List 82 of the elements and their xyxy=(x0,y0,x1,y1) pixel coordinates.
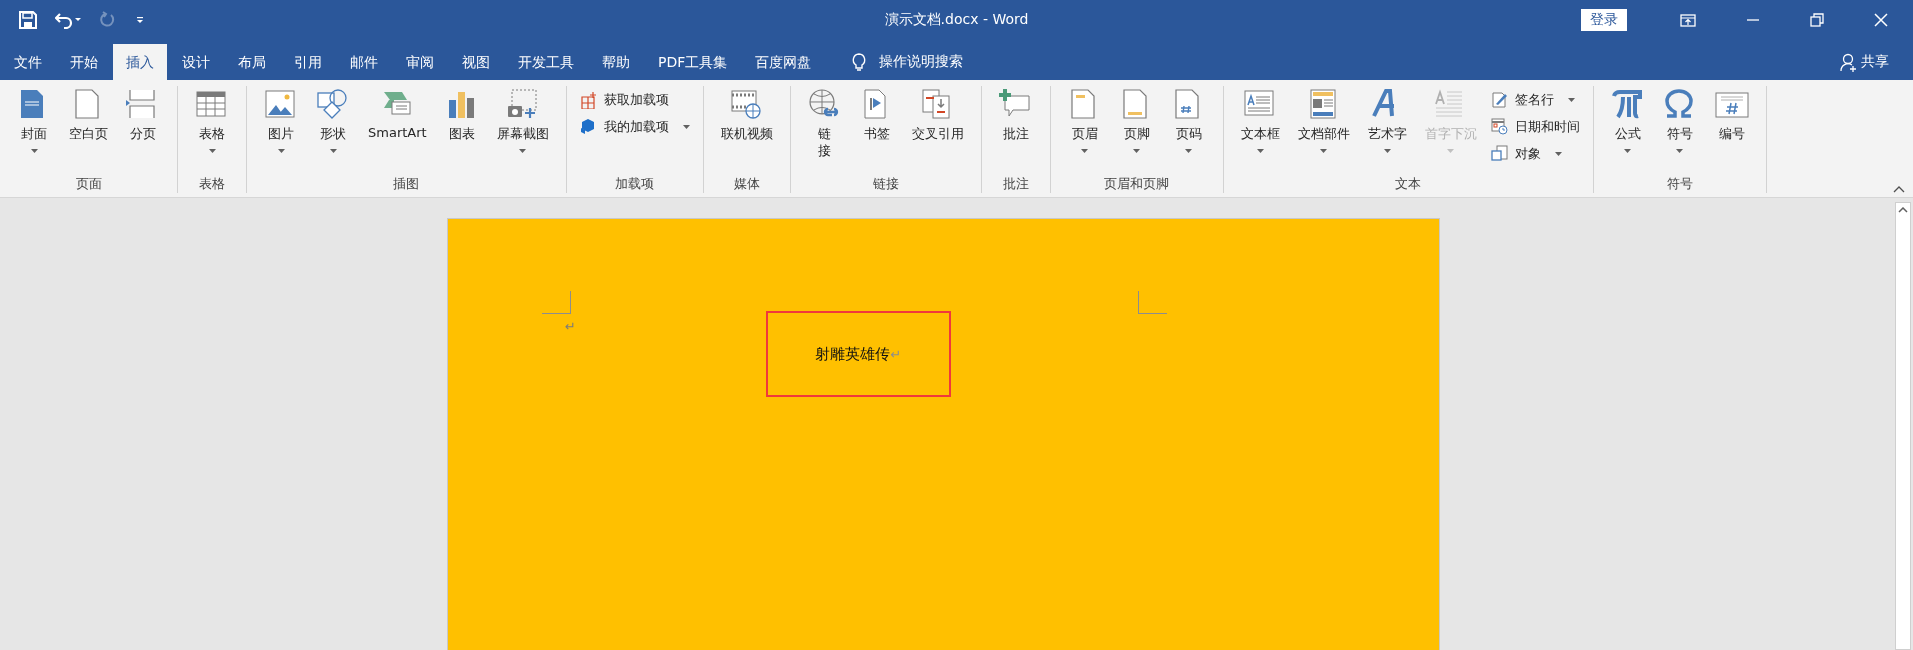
group-label: 批注 xyxy=(1002,175,1029,193)
ribbon-button[interactable]: 艺术字 xyxy=(1359,86,1415,174)
ribbon-tab[interactable]: 开发工具 xyxy=(505,44,587,80)
ribbon-button[interactable]: 我的加载项 xyxy=(575,115,694,139)
window-title: 演示文档.docx - Word xyxy=(884,11,1029,29)
crop-mark xyxy=(542,291,571,314)
collapse-ribbon-icon[interactable] xyxy=(1893,185,1905,193)
crop-mark xyxy=(1138,291,1167,314)
ribbon-button[interactable]: 图表 xyxy=(436,86,487,174)
scroll-up-icon[interactable] xyxy=(1898,207,1908,213)
customize-icon[interactable] xyxy=(135,14,145,26)
picture-icon xyxy=(264,88,298,120)
ribbon-button[interactable]: 封面 xyxy=(9,86,59,174)
ribbon-tab[interactable]: PDF工具集 xyxy=(645,44,741,80)
ribbon-button[interactable]: 联机视频 xyxy=(712,86,781,174)
ribbon-tab[interactable]: 帮助 xyxy=(589,44,643,80)
ribbon-button[interactable]: 形状 xyxy=(308,86,358,174)
share-button[interactable]: 共享 xyxy=(1840,44,1889,80)
ribbon-tab[interactable]: 插入 xyxy=(113,44,167,80)
shapes-icon xyxy=(316,88,350,120)
paragraph-mark: ↵ xyxy=(565,319,576,334)
object-icon xyxy=(1490,145,1509,163)
signature-icon xyxy=(1490,91,1509,109)
group-label: 表格 xyxy=(199,175,225,193)
ribbon-button[interactable]: 公式 xyxy=(1602,86,1653,174)
group-label: 页眉和页脚 xyxy=(1104,175,1170,193)
ribbon-tab[interactable]: 引用 xyxy=(281,44,335,80)
tell-me-search[interactable]: 操作说明搜索 xyxy=(879,53,964,71)
ribbon-button[interactable]: 页眉 xyxy=(1059,86,1110,174)
ribbon-button[interactable]: 屏幕截图 xyxy=(488,86,557,174)
ribbon-button[interactable]: 书签 xyxy=(851,86,902,174)
group-label: 符号 xyxy=(1666,175,1693,193)
sign-in-button[interactable]: 登录 xyxy=(1581,9,1627,31)
ribbon-button[interactable]: 交叉引用 xyxy=(903,86,972,174)
calendar-clock-icon xyxy=(1490,118,1509,136)
ribbon-tab[interactable]: 百度网盘 xyxy=(742,44,825,80)
video-globe-icon xyxy=(729,88,764,120)
ribbon-button[interactable]: SmartArt xyxy=(360,86,435,174)
ribbon-button[interactable]: 页脚 xyxy=(1111,86,1162,174)
group-label: 链接 xyxy=(872,175,899,193)
table-icon xyxy=(195,88,229,120)
paragraph-mark: ↵ xyxy=(890,346,902,362)
ribbon-display-options-icon[interactable] xyxy=(1680,13,1696,27)
close-icon[interactable] xyxy=(1874,13,1888,27)
group-label: 媒体 xyxy=(733,175,760,193)
person-add-icon xyxy=(1840,52,1857,72)
ribbon-tab[interactable]: 开始 xyxy=(57,44,111,80)
ribbon-button[interactable]: 获取加载项 xyxy=(575,88,694,112)
ribbon-button[interactable]: 文本框 xyxy=(1232,86,1288,174)
text-box[interactable]: 射雕英雄传↵ xyxy=(765,311,951,397)
ribbon-button[interactable]: 对象 xyxy=(1486,142,1584,166)
ribbon-button[interactable]: 签名行 xyxy=(1486,88,1584,112)
ribbon-button[interactable]: 编号 xyxy=(1706,86,1757,174)
text-box-text: 射雕英雄传 xyxy=(815,344,891,364)
pi-icon xyxy=(1610,88,1645,120)
ribbon-button[interactable]: 批注 xyxy=(990,86,1041,174)
ribbon-button[interactable]: 空白页 xyxy=(61,86,116,174)
ribbon-button[interactable]: 文档部件 xyxy=(1289,86,1358,174)
screenshot-icon xyxy=(505,88,540,120)
ribbon-button[interactable]: 图片 xyxy=(256,86,306,174)
add-grid-icon xyxy=(579,91,598,109)
ribbon-button[interactable]: 符号 xyxy=(1654,86,1705,174)
restore-icon[interactable] xyxy=(1810,13,1824,27)
ribbon-tab[interactable]: 邮件 xyxy=(337,44,391,80)
ribbon-button[interactable]: 日期和时间 xyxy=(1486,115,1584,139)
ribbon-button[interactable]: 表格 xyxy=(187,86,237,174)
save-icon[interactable] xyxy=(19,11,37,29)
group-label: 文本 xyxy=(1395,175,1422,193)
group-label: 插图 xyxy=(393,175,420,193)
group-label: 加载项 xyxy=(615,175,655,193)
ribbon-tab[interactable]: 视图 xyxy=(449,44,503,80)
lightbulb-icon xyxy=(851,53,868,71)
ribbon-button[interactable]: 链接 xyxy=(799,86,850,174)
ribbon-tab[interactable]: 布局 xyxy=(225,44,279,80)
ribbon-button[interactable]: 页码 xyxy=(1163,86,1214,174)
ribbon-tab[interactable]: 设计 xyxy=(169,44,223,80)
undo-icon[interactable] xyxy=(55,11,81,29)
ribbon-tab[interactable]: 审阅 xyxy=(393,44,447,80)
scrollbar[interactable] xyxy=(1895,202,1911,650)
group-label: 页面 xyxy=(75,175,102,193)
ribbon-button[interactable]: 分页 xyxy=(118,86,168,174)
ribbon-tab[interactable]: 文件 xyxy=(1,44,55,80)
